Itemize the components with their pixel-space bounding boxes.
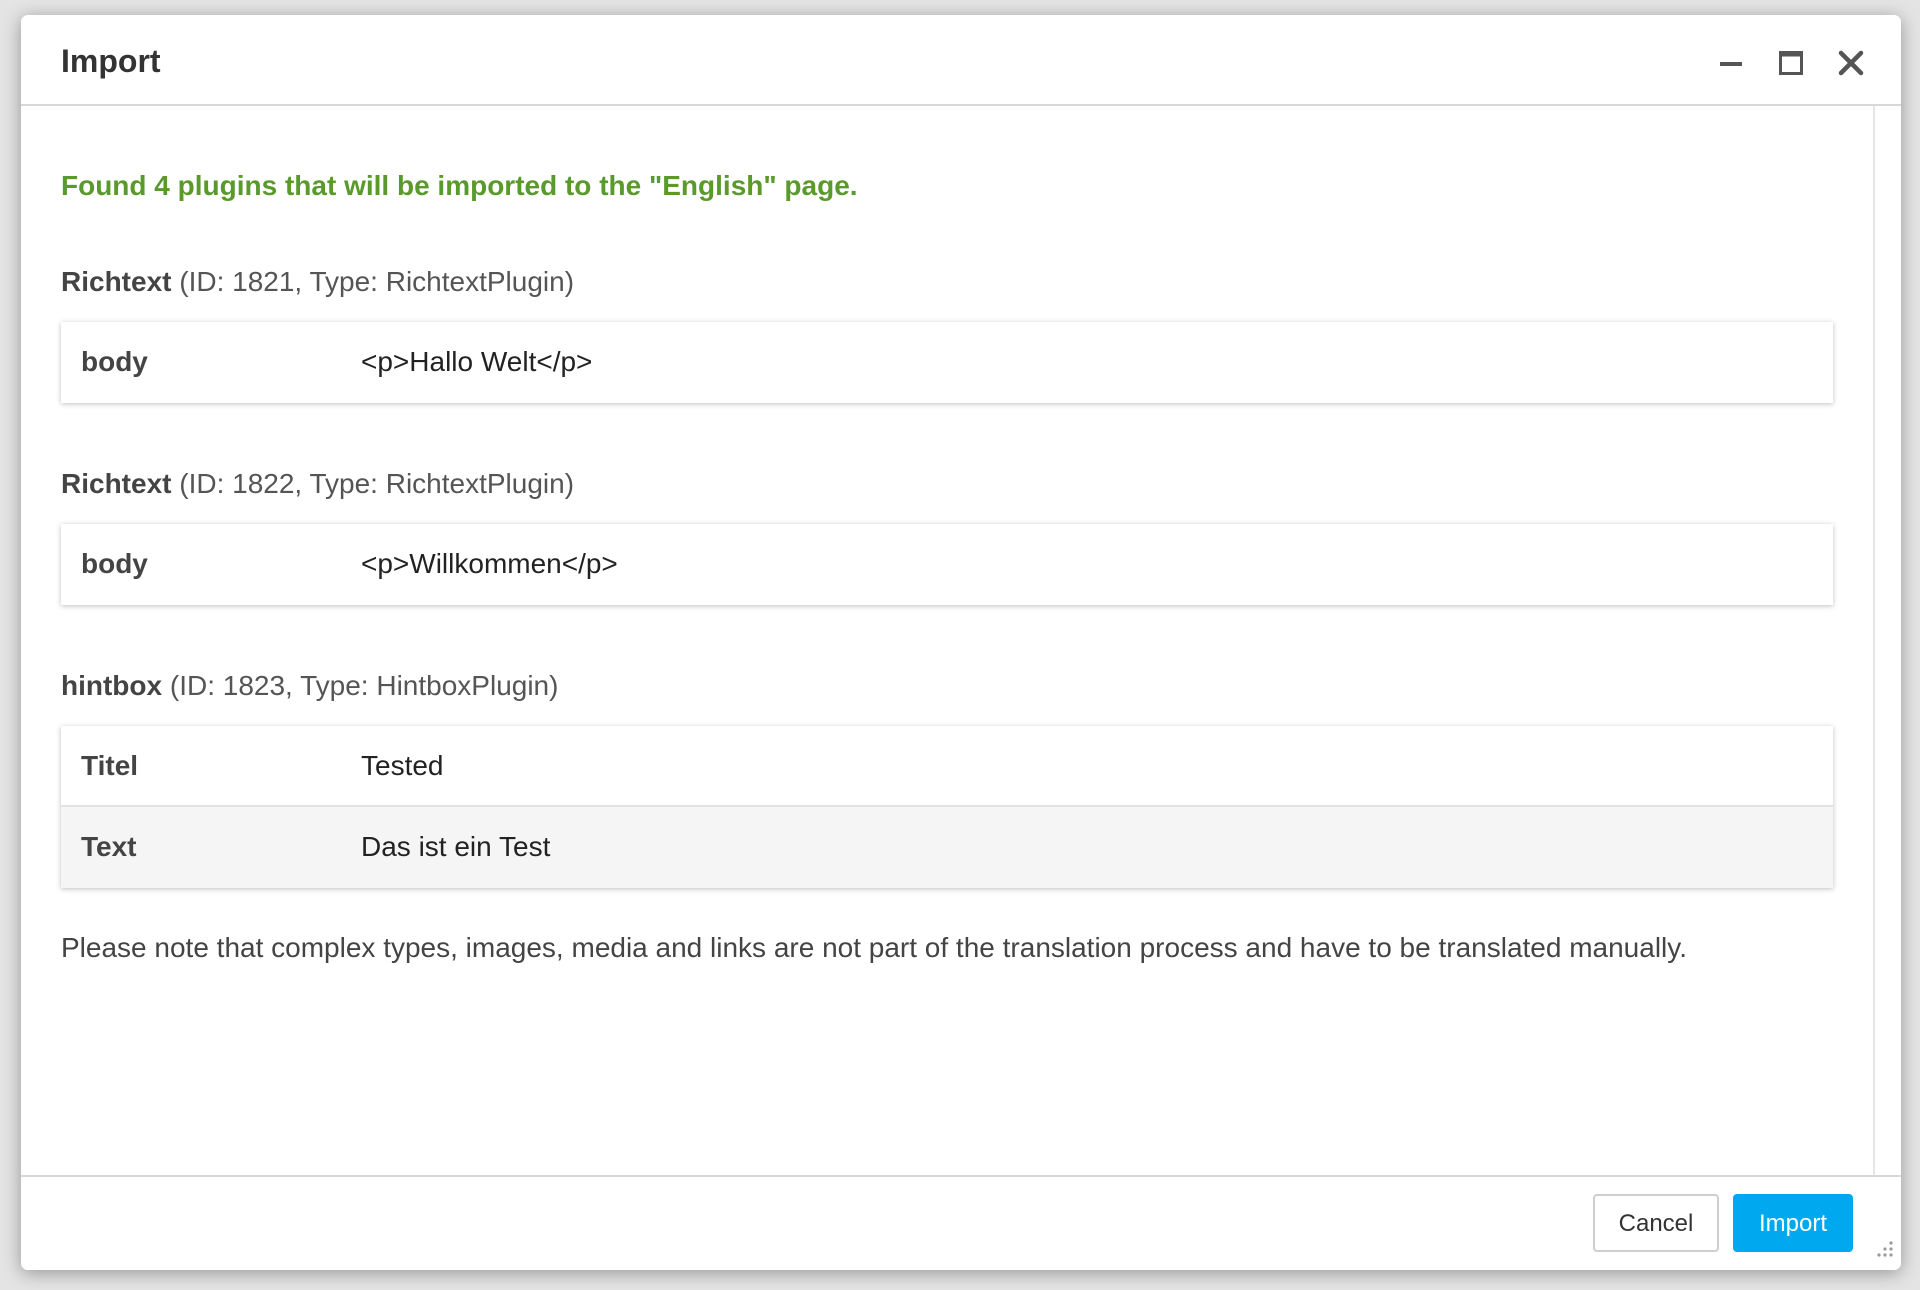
plugin-heading: Richtext (ID: 1822, Type: RichtextPlugin… <box>61 468 574 500</box>
plugin-meta: (ID: 1821, Type: RichtextPlugin) <box>179 266 575 297</box>
maximize-button[interactable] <box>1771 43 1811 83</box>
plugin-name: Richtext <box>61 468 172 499</box>
close-button[interactable] <box>1831 43 1871 83</box>
plugin-name: hintbox <box>61 670 163 701</box>
dialog-title: Import <box>61 43 161 79</box>
plugin-heading: hintbox (ID: 1823, Type: HintboxPlugin) <box>61 670 558 702</box>
plugin-meta: (ID: 1823, Type: HintboxPlugin) <box>169 670 559 701</box>
cancel-button[interactable]: Cancel <box>1593 1194 1719 1252</box>
import-summary: Found 4 plugins that will be imported to… <box>61 170 858 201</box>
plugin-fields-table: body <p>Willkommen</p> <box>61 524 1833 605</box>
plugin-fields-table: body <p>Hallo Welt</p> <box>61 322 1833 403</box>
minimize-button[interactable] <box>1711 43 1751 83</box>
import-dialog: Import Found 4 plugins that will be impo… <box>21 15 1901 1270</box>
resize-grip-icon[interactable] <box>1869 1237 1895 1263</box>
table-row: Text Das ist ein Test <box>61 807 1833 888</box>
minimize-icon <box>1720 62 1742 66</box>
maximize-icon <box>1779 51 1803 75</box>
plugin-heading: Richtext (ID: 1821, Type: RichtextPlugin… <box>61 266 574 298</box>
dialog-titlebar[interactable]: Import <box>21 15 1901 106</box>
field-value: Das ist ein Test <box>361 831 551 862</box>
table-row: Titel Tested <box>61 726 1833 807</box>
import-button[interactable]: Import <box>1733 1194 1853 1252</box>
field-key: body <box>81 548 148 579</box>
field-value: <p>Willkommen</p> <box>361 548 618 579</box>
translation-note: Please note that complex types, images, … <box>61 932 1687 963</box>
dialog-footer: Cancel Import <box>21 1175 1901 1270</box>
field-key: Titel <box>81 750 139 781</box>
field-key: body <box>81 346 148 377</box>
content-scrollbar[interactable] <box>1873 106 1901 1175</box>
close-icon <box>1838 50 1864 76</box>
table-row: body <p>Willkommen</p> <box>61 524 1833 605</box>
table-row: body <p>Hallo Welt</p> <box>61 322 1833 403</box>
field-key: Text <box>81 831 137 862</box>
plugin-meta: (ID: 1822, Type: RichtextPlugin) <box>179 468 575 499</box>
field-value: Tested <box>361 750 444 781</box>
plugin-fields-table: Titel Tested Text Das ist ein Test <box>61 726 1833 888</box>
dialog-content: Found 4 plugins that will be imported to… <box>21 106 1873 1175</box>
field-value: <p>Hallo Welt</p> <box>361 346 593 377</box>
plugin-name: Richtext <box>61 266 172 297</box>
